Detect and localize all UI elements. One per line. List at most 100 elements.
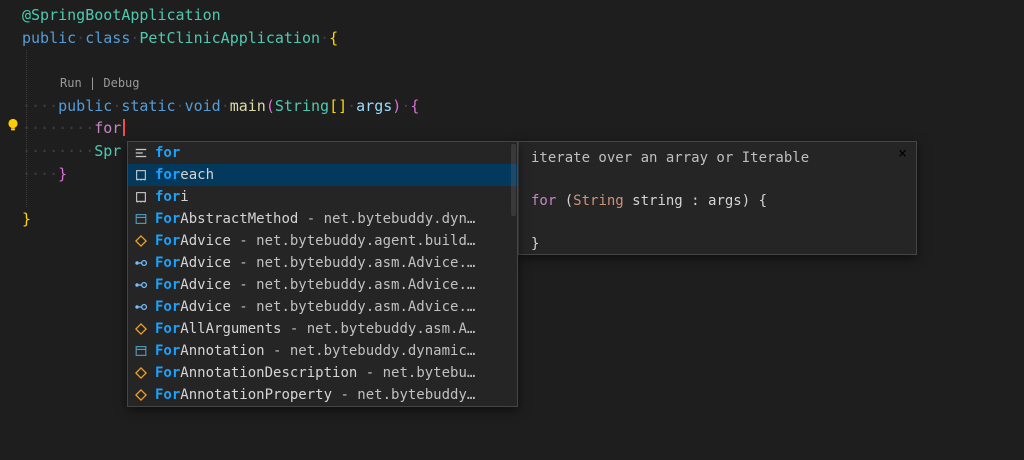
token-whitespace: · [221, 97, 230, 115]
token-type: PetClinicApplication [139, 29, 320, 47]
structure-icon [133, 343, 149, 359]
match-highlight: For [155, 255, 180, 271]
suggest-list: forforeachforiForAbstractMethod - net.by… [128, 142, 517, 406]
label-rest: AnnotationDescription [180, 365, 357, 381]
codelens-debug-link[interactable]: Debug [103, 76, 139, 90]
suggestion-detail: - net.bytebuddy.dyn… [298, 211, 475, 227]
suggestion-label: ForAdvice - net.bytebuddy.asm.Advice.… [155, 277, 475, 293]
token-whitespace: · [76, 29, 85, 47]
match-highlight: For [155, 321, 180, 337]
interface-icon [133, 255, 149, 271]
token-whitespace: · [401, 97, 410, 115]
suggestion-label: ForAdvice - net.bytebuddy.asm.Advice.… [155, 255, 475, 271]
text-cursor [123, 119, 125, 136]
codelens-run-link[interactable]: Run [60, 76, 82, 90]
class-icon [133, 365, 149, 381]
token-annotation: @SpringBootApplication [22, 6, 221, 24]
label-rest: Advice [180, 277, 231, 293]
match-highlight: for [155, 189, 180, 205]
token-bracket2: ( [266, 97, 275, 115]
token-keyword: public [58, 97, 112, 115]
token-string: String [573, 193, 624, 209]
suggestion-item[interactable]: ForAnnotationProperty - net.bytebuddy… [128, 384, 517, 406]
suggestion-detail: - net.bytebuddy.asm.Advice.… [231, 255, 475, 271]
code-line [22, 49, 1024, 72]
label-rest: i [180, 189, 188, 205]
codelens-separator: | [82, 76, 104, 90]
quick-fix-lightbulb-icon[interactable] [5, 117, 21, 133]
class-icon [133, 233, 149, 249]
suggestion-item[interactable]: ForAnnotationDescription - net.bytebu… [128, 362, 517, 384]
token-type: String [275, 97, 329, 115]
docs-description: iterate over an array or Iterable [531, 148, 904, 170]
match-highlight: for [155, 145, 180, 161]
suggestion-item[interactable]: ForAdvice - net.bytebuddy.asm.Advice.… [128, 252, 517, 274]
token-plain: ( [556, 193, 573, 209]
token-whitespace: · [176, 97, 185, 115]
token-whitespace: ···· [22, 97, 58, 115]
token-bracket2: } [58, 165, 67, 183]
suggestion-detail: - net.bytebuddy.asm.A… [281, 321, 475, 337]
suggestion-label: for [155, 145, 180, 161]
token-keyword: void [185, 97, 221, 115]
code-line: ········for [22, 117, 1024, 140]
token-plain: string : args) { [624, 193, 767, 209]
suggestion-label: ForAdvice - net.bytebuddy.asm.Advice.… [155, 299, 475, 315]
suggestion-detail: - net.bytebuddy.asm.Advice.… [231, 277, 475, 293]
suggestion-label: ForAnnotationProperty - net.bytebuddy… [155, 387, 475, 403]
token-type: Spr [94, 142, 121, 160]
suggest-scrollbar[interactable] [511, 144, 516, 216]
match-highlight: For [155, 343, 180, 359]
class-icon [133, 387, 149, 403]
token-keyword: static [121, 97, 175, 115]
interface-icon [133, 277, 149, 293]
code-line: @SpringBootApplication [22, 4, 1024, 27]
docs-code-line: } [531, 234, 904, 256]
token-whitespace: · [320, 29, 329, 47]
suggestion-detail: - net.bytebuddy.asm.Advice.… [231, 299, 475, 315]
suggestion-item[interactable]: for [128, 142, 517, 164]
suggestion-label: fori [155, 189, 189, 205]
interface-icon [133, 299, 149, 315]
token-whitespace: · [347, 97, 356, 115]
suggestion-item[interactable]: ForAdvice - net.bytebuddy.asm.Advice.… [128, 274, 517, 296]
token-function: main [230, 97, 266, 115]
token-whitespace: ········ [22, 142, 94, 160]
close-icon[interactable]: × [898, 145, 907, 161]
code-editor-window: @SpringBootApplicationpublic·class·PetCl… [0, 0, 1024, 460]
match-highlight: For [155, 277, 180, 293]
docs-code-line: for (String string : args) { [531, 191, 904, 213]
suggestion-item[interactable]: ForAnnotation - net.bytebuddy.dynamic… [128, 340, 517, 362]
keyword-icon [133, 145, 149, 161]
suggest-docs-popup: iterate over an array or Iterable for (S… [518, 141, 917, 255]
token-plain: } [531, 236, 539, 252]
token-whitespace: · [112, 97, 121, 115]
token-whitespace: ···· [22, 165, 58, 183]
match-highlight: For [155, 365, 180, 381]
token-bracket2: { [410, 97, 419, 115]
suggestion-label: ForAdvice - net.bytebuddy.agent.build… [155, 233, 475, 249]
token-variable: args [356, 97, 392, 115]
docs-code-line [531, 213, 904, 235]
suggest-widget: forforeachforiForAbstractMethod - net.by… [127, 141, 518, 407]
label-rest: AbstractMethod [180, 211, 298, 227]
suggestion-label: ForAnnotation - net.bytebuddy.dynamic… [155, 343, 475, 359]
suggestion-item[interactable]: ForAdvice - net.bytebuddy.asm.Advice.… [128, 296, 517, 318]
suggestion-label: ForAnnotationDescription - net.bytebu… [155, 365, 475, 381]
suggestion-item[interactable]: ForAllArguments - net.bytebuddy.asm.A… [128, 318, 517, 340]
token-keyword: public [22, 29, 76, 47]
snippet-icon [133, 189, 149, 205]
token-control: for [94, 119, 121, 137]
label-rest: Annotation [180, 343, 264, 359]
token-bracket1: { [329, 29, 338, 47]
suggestion-item[interactable]: foreach [128, 164, 517, 186]
suggestion-label: ForAbstractMethod - net.bytebuddy.dyn… [155, 211, 475, 227]
code-line: ····public·static·void·main(String[]·arg… [22, 95, 1024, 118]
label-rest: each [180, 167, 214, 183]
match-highlight: For [155, 211, 180, 227]
token-whitespace: ········ [22, 119, 94, 137]
suggestion-item[interactable]: ForAdvice - net.bytebuddy.agent.build… [128, 230, 517, 252]
suggestion-item[interactable]: ForAbstractMethod - net.bytebuddy.dyn… [128, 208, 517, 230]
suggestion-item[interactable]: fori [128, 186, 517, 208]
token-control: for [531, 193, 556, 209]
